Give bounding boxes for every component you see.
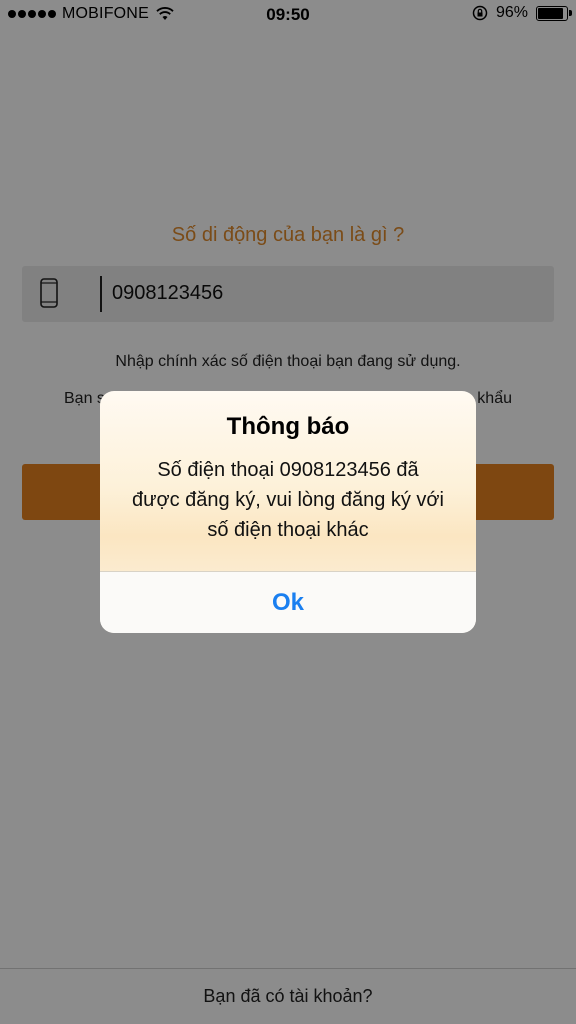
alert-dialog: Thông báo Số điện thoại 0908123456 đã đư… (100, 391, 476, 633)
alert-message-line-1: Số điện thoại 0908123456 đã (157, 459, 419, 481)
alert-message-line-3: số điện thoại khác (207, 519, 369, 541)
alert-message-line-2: được đăng ký, vui lòng đăng ký với (131, 489, 444, 511)
registration-screen: MOBIFONE 09:50 96% Số di động của bạn là… (0, 0, 576, 1024)
alert-title: Thông báo (226, 413, 350, 440)
ok-button[interactable]: Ok (100, 572, 476, 633)
alert-message: Số điện thoại 0908123456 đã được đăng ký… (118, 455, 458, 545)
